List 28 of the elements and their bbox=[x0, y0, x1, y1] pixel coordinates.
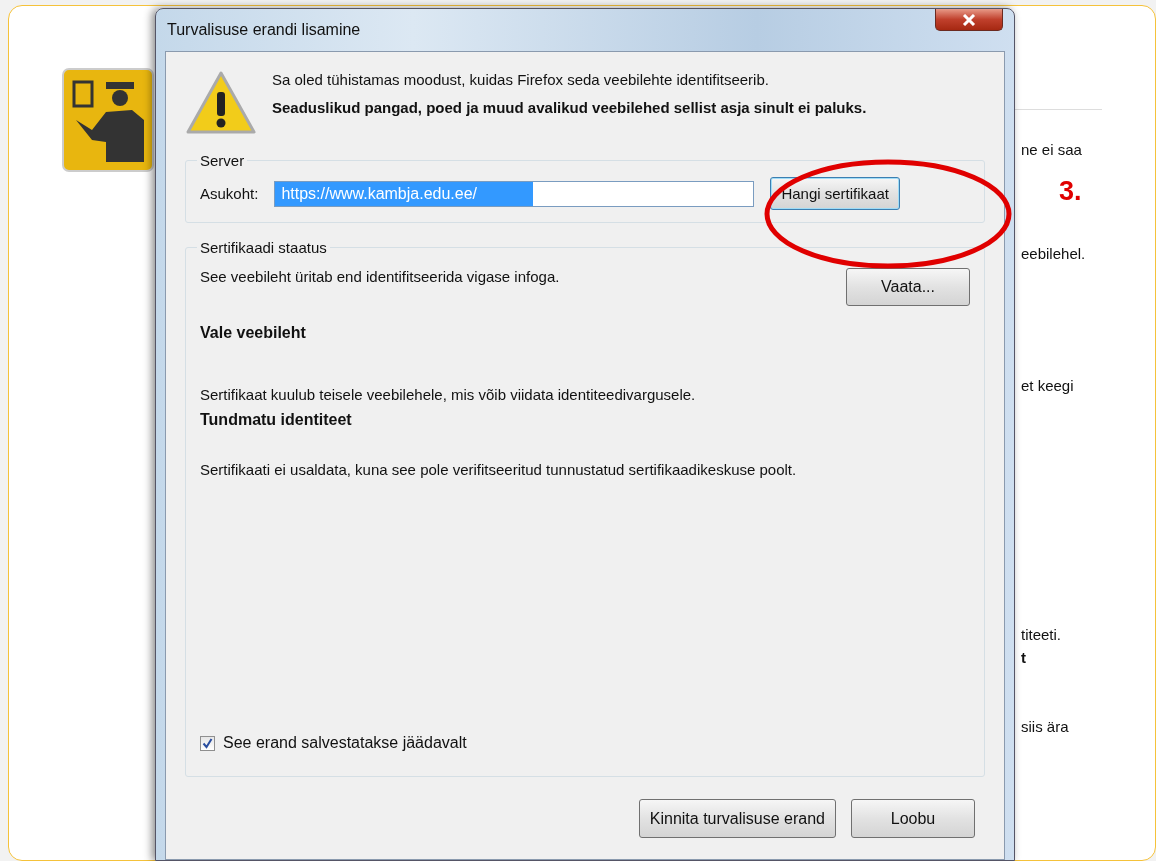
status-text: See veebileht üritab end identifitseerida vigase infoga. bbox=[200, 268, 560, 285]
group-title: Server bbox=[199, 152, 246, 169]
warning-text: Sa oled tühistamas moodust, kuidas Firefox seda veebilehte identifitseerib. bbox=[272, 70, 770, 90]
warning-text: Seaduslikud pangad, poed ja muud avalikud veebilehed sellist asja sinult ei paluks. bbox=[272, 98, 867, 118]
page-text: siis ära bbox=[1021, 718, 1070, 735]
checkbox[interactable] bbox=[200, 735, 215, 751]
problem-title: Vale veebileht bbox=[200, 324, 307, 342]
officer-icon bbox=[62, 68, 154, 172]
view-button[interactable]: Vaata... bbox=[846, 268, 970, 306]
window-title: Turvalisuse erandi lisamine bbox=[167, 21, 361, 39]
problem-description: Sertifikaat kuulub teisele veebilehele, mis võib viidata identiteedivargusele. bbox=[200, 385, 697, 405]
field-label: Asukoht: bbox=[200, 185, 259, 202]
page-text: et keegi bbox=[1021, 377, 1075, 394]
confirm-button[interactable]: Kinnita turvalisuse erand bbox=[638, 799, 836, 838]
get-certificate-button[interactable]: Hangi sertifikaat bbox=[770, 177, 900, 210]
close-icon bbox=[961, 13, 977, 26]
checkbox-label[interactable]: See erand salvestatakse jäädavalt bbox=[223, 734, 467, 752]
cancel-button[interactable]: Loobu bbox=[851, 799, 975, 838]
page-text: titeeti. bbox=[1021, 626, 1063, 643]
warning-icon bbox=[185, 70, 257, 136]
page-text: ne ei saa bbox=[1021, 141, 1083, 158]
page-text: t bbox=[1021, 649, 1027, 666]
group-title: Sertifikaadi staatus bbox=[199, 239, 328, 256]
step-number: 3. bbox=[1059, 176, 1083, 207]
close-button[interactable] bbox=[935, 9, 1003, 31]
page-text: eebilehel. bbox=[1021, 245, 1086, 262]
problem-description: Sertifikaati ei usaldata, kuna see pole verifitseeritud tunnustatud sertifikaadikeskuse poolt. bbox=[200, 460, 798, 480]
problem-title: Tundmatu identiteet bbox=[200, 411, 353, 429]
